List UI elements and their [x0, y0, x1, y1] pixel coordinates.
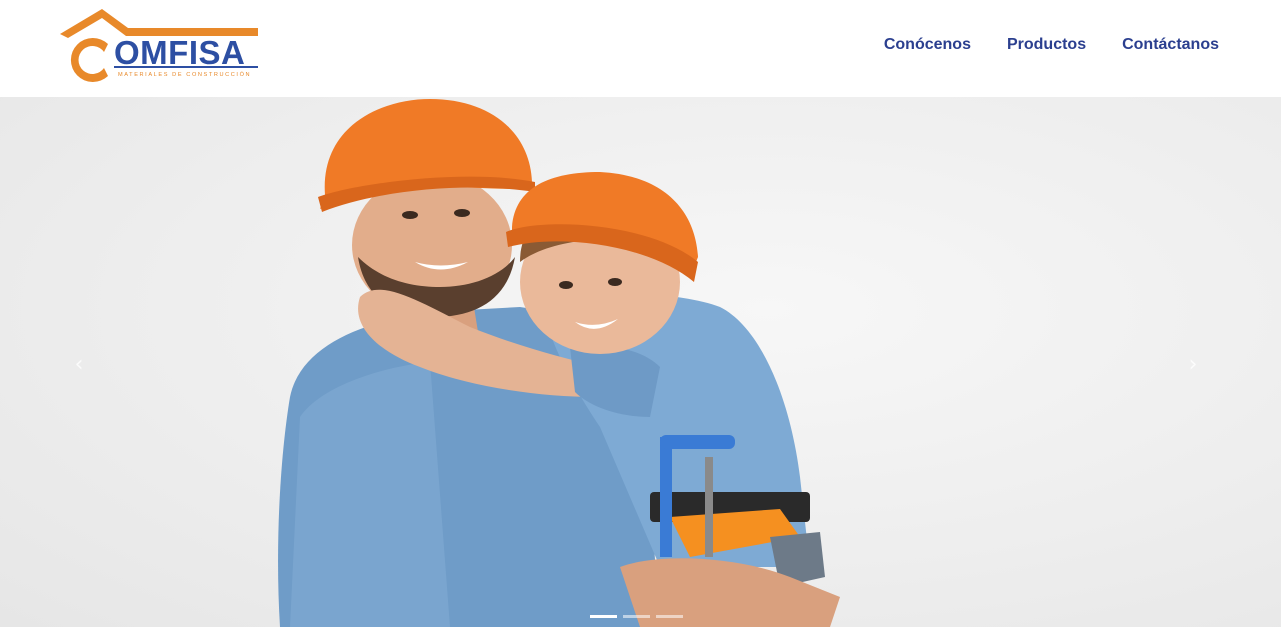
- chevron-right-icon: ›: [1188, 352, 1198, 377]
- brand-name: OMFISA: [114, 34, 246, 71]
- main-nav: Conócenos Productos Contáctanos: [884, 35, 1219, 55]
- carousel-prev-button[interactable]: ‹: [66, 352, 92, 378]
- nav-contactanos[interactable]: Contáctanos: [1122, 35, 1219, 55]
- nav-productos[interactable]: Productos: [1007, 35, 1086, 55]
- carousel-indicator[interactable]: [590, 615, 617, 618]
- brand-logo[interactable]: OMFISA MATERIALES DE CONSTRUCCIÓN: [58, 6, 262, 84]
- site-header: OMFISA MATERIALES DE CONSTRUCCIÓN Conóce…: [0, 0, 1281, 97]
- carousel-indicator[interactable]: [656, 615, 683, 618]
- hero-image: [278, 99, 840, 627]
- carousel-indicators: [590, 615, 683, 618]
- chevron-left-icon: ‹: [74, 352, 84, 377]
- carousel-next-button[interactable]: ›: [1180, 352, 1206, 378]
- carousel-indicator[interactable]: [623, 615, 650, 618]
- nav-conocenos[interactable]: Conócenos: [884, 35, 971, 55]
- brand-tagline: MATERIALES DE CONSTRUCCIÓN: [118, 72, 252, 78]
- hero-carousel: ‹ ›: [0, 97, 1281, 627]
